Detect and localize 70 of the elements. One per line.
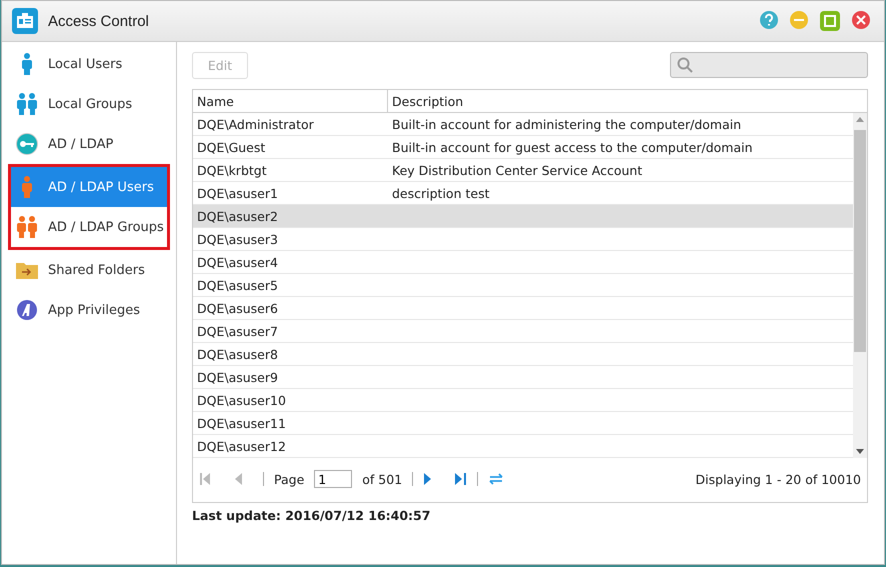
table-cell-text: Key Distribution Center Service Account <box>391 162 642 180</box>
next-page-icon[interactable] <box>423 473 432 485</box>
help-icon[interactable] <box>760 11 778 29</box>
window-title: Access Control <box>48 12 150 30</box>
folder-icon <box>16 261 38 279</box>
table-cell-text: Built-in account for guest access to the computer/domain <box>391 138 753 157</box>
table-cell-text: DQE\asuser9 <box>196 368 279 386</box>
table-row[interactable]: DQE\asuser9 <box>193 366 853 389</box>
page-count: of 501 <box>362 472 402 486</box>
person-icon <box>20 53 34 75</box>
maximize-icon[interactable] <box>820 11 840 31</box>
table-cell-text: DQE\krbtgt <box>196 162 268 180</box>
sidebar-item[interactable]: AD / LDAP <box>2 124 176 164</box>
table-cell-text: DQE\asuser2 <box>196 208 279 226</box>
display-summary: Displaying 1 - 20 of 10010 <box>696 472 861 486</box>
column-header[interactable]: Description <box>388 90 464 112</box>
table-cell-text: DQE\asuser4 <box>196 254 279 272</box>
table-row[interactable]: DQE\asuser2 <box>193 205 853 228</box>
table-row[interactable]: DQE\asuser11 <box>193 412 853 435</box>
table-cell-text: DQE\asuser8 <box>196 346 279 364</box>
table-row[interactable]: DQE\asuser3 <box>193 228 853 251</box>
table-cell-text: DQE\asuser11 <box>196 414 287 432</box>
page-label: Page <box>274 472 304 486</box>
people-icon <box>16 216 38 238</box>
scrollbar[interactable] <box>853 113 867 458</box>
previous-page-icon[interactable] <box>235 473 243 485</box>
table-cell-text: description test <box>391 184 490 203</box>
table-cell-text: DQE\asuser7 <box>196 322 279 340</box>
table-cell-text: DQE\asuser10 <box>196 392 287 410</box>
table-row[interactable]: DQE\Guest Built-in account for guest access to the computer/domain <box>193 136 853 159</box>
table-cell-text: Built-in account for administering the computer/domain <box>391 116 742 134</box>
table-cell-text: DQE\asuser1 <box>196 184 279 202</box>
sidebar-item[interactable]: AD / LDAP Groups <box>11 207 167 247</box>
table-cell-text: DQE\asuser6 <box>196 300 279 318</box>
minimize-icon[interactable] <box>790 11 808 29</box>
table-cell-text: DQE\Administrator <box>196 116 315 134</box>
table-row[interactable]: DQE\asuser8 <box>193 343 853 366</box>
sidebar-item[interactable]: AD / LDAP Users <box>11 167 167 207</box>
person-icon <box>20 176 34 198</box>
key-icon <box>16 133 38 155</box>
refresh-icon[interactable] <box>488 472 504 486</box>
page-field[interactable]: 1 <box>314 470 352 488</box>
scroll-up-icon[interactable] <box>856 117 864 122</box>
first-page-icon[interactable] <box>199 473 211 485</box>
table-row[interactable]: DQE\asuser10 <box>193 389 853 412</box>
table-row[interactable]: DQE\asuser12 <box>193 435 853 458</box>
people-icon <box>16 93 38 115</box>
table-row[interactable]: DQE\asuser6 <box>193 297 853 320</box>
close-icon[interactable] <box>852 11 870 29</box>
app-logo-icon <box>12 8 38 34</box>
sidebar-item[interactable]: Shared Folders <box>2 250 176 290</box>
table-cell-text: DQE\Guest <box>196 138 266 156</box>
table-row[interactable]: DQE\asuser7 <box>193 320 853 343</box>
table-cell-text: DQE\asuser5 <box>196 276 279 294</box>
last-update-text: Last update: 2016/07/12 16:40:57 <box>192 508 432 523</box>
scroll-down-icon[interactable] <box>856 449 864 454</box>
search-icon <box>677 57 693 73</box>
table-row[interactable]: DQE\asuser5 <box>193 274 853 297</box>
table-cell-text: DQE\asuser12 <box>196 438 287 456</box>
sidebar-item[interactable]: Local Users <box>2 44 176 84</box>
table-row[interactable]: DQE\krbtgt Key Distribution Center Service Account <box>193 159 853 182</box>
column-header[interactable]: Name <box>193 90 388 112</box>
last-page-icon[interactable] <box>455 473 468 485</box>
sidebar-item[interactable]: Local Groups <box>2 84 176 124</box>
table-cell-text: DQE\asuser3 <box>196 230 279 248</box>
search-field[interactable] <box>670 52 868 78</box>
table-row[interactable]: DQE\Administrator Built-in account for administering the computer/domain <box>193 113 853 136</box>
table-row[interactable]: DQE\asuser4 <box>193 251 853 274</box>
sidebar-item[interactable]: App Privileges <box>2 290 176 330</box>
app-icon <box>17 300 37 320</box>
